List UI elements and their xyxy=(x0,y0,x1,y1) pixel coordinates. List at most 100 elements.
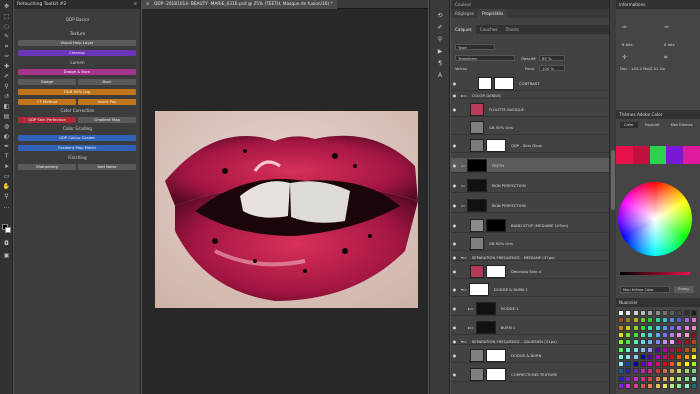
color-swatch[interactable] xyxy=(676,368,683,375)
layer-row[interactable]: ● CORRECTIONS TEXTURE xyxy=(451,367,609,382)
color-swatch[interactable] xyxy=(676,346,683,353)
path-select-tool-icon[interactable]: ➤ xyxy=(2,163,11,171)
color-swatch[interactable] xyxy=(691,317,697,324)
color-swatch[interactable] xyxy=(654,383,661,389)
dodge-tool-icon[interactable]: ◐ xyxy=(2,133,11,141)
color-swatch[interactable] xyxy=(639,361,646,368)
color-swatch[interactable] xyxy=(669,361,676,368)
marquee-tool-icon[interactable]: ⬚ xyxy=(2,13,11,21)
visibility-eye-icon[interactable]: ● xyxy=(451,287,458,292)
color-swatch[interactable] xyxy=(669,368,676,375)
visibility-eye-icon[interactable]: ● xyxy=(451,325,458,330)
color-swatch[interactable] xyxy=(625,361,632,368)
color-swatch[interactable] xyxy=(669,375,676,382)
color-swatch[interactable] xyxy=(676,361,683,368)
layers-scrollbar[interactable] xyxy=(609,0,616,394)
color-swatch[interactable] xyxy=(647,375,654,382)
color-swatch[interactable] xyxy=(654,331,661,338)
color-swatch[interactable] xyxy=(647,339,654,346)
visibility-eye-icon[interactable]: ● xyxy=(451,372,458,377)
visibility-eye-icon[interactable]: ● xyxy=(451,81,458,86)
color-swatch[interactable] xyxy=(654,317,661,324)
save-theme-button[interactable]: Enreg. xyxy=(674,286,694,293)
background-color-swatch[interactable] xyxy=(5,227,11,233)
more-tools-icon[interactable]: … xyxy=(2,203,11,211)
color-swatch[interactable] xyxy=(618,324,624,331)
color-swatch[interactable] xyxy=(618,368,624,375)
color-swatch[interactable] xyxy=(669,324,676,331)
hand-tool-icon[interactable]: ✋ xyxy=(2,183,11,191)
color-swatch[interactable] xyxy=(632,383,639,389)
color-swatch[interactable] xyxy=(691,353,697,360)
color-swatch[interactable] xyxy=(661,368,668,375)
color-swatch[interactable] xyxy=(669,353,676,360)
color-swatch[interactable] xyxy=(683,368,690,375)
color-swatch[interactable] xyxy=(691,361,697,368)
color-swatch[interactable] xyxy=(625,375,632,382)
crop-tool-icon[interactable]: ⌗ xyxy=(2,43,11,51)
color-swatch[interactable] xyxy=(632,331,639,338)
color-swatch[interactable] xyxy=(625,383,632,389)
color-swatch[interactable] xyxy=(632,324,639,331)
visibility-eye-icon[interactable]: ● xyxy=(451,107,458,112)
color-swatch[interactable] xyxy=(669,317,676,324)
colour-grader-button[interactable]: QDP Colour Grader xyxy=(18,135,136,141)
tab-traces[interactable]: Tracés xyxy=(502,25,523,34)
color-swatch[interactable] xyxy=(639,317,646,324)
type-tool-icon[interactable]: T xyxy=(2,153,11,161)
color-swatch[interactable] xyxy=(654,310,661,316)
tab-proprietes[interactable]: Propriétés xyxy=(478,9,508,18)
color-swatch[interactable] xyxy=(676,310,683,316)
color-swatch[interactable] xyxy=(654,324,661,331)
color-swatch[interactable] xyxy=(683,310,690,316)
color-swatch[interactable] xyxy=(647,331,654,338)
tab-couches[interactable]: Couches xyxy=(476,25,502,34)
color-swatch[interactable] xyxy=(632,339,639,346)
zoom-tool-icon[interactable]: ⚲ xyxy=(2,193,11,201)
color-swatch[interactable] xyxy=(661,353,668,360)
color-swatch[interactable] xyxy=(683,346,690,353)
clone-source-icon[interactable]: ⚲ xyxy=(435,36,445,44)
tab-explorer[interactable]: Explorer xyxy=(641,122,664,128)
blur-tool-icon[interactable]: ◍ xyxy=(2,123,11,131)
clone-stamp-tool-icon[interactable]: ⚲ xyxy=(2,83,11,91)
panel-menu-icon[interactable]: ≡ xyxy=(133,2,137,7)
color-swatch[interactable] xyxy=(639,346,646,353)
skin-perfection-button[interactable]: QDP Skin Perfection xyxy=(18,117,76,123)
color-swatch[interactable] xyxy=(683,339,690,346)
add-noise-button[interactable]: Add Noise xyxy=(78,164,136,170)
scrollbar-thumb[interactable] xyxy=(611,150,615,210)
color-swatch[interactable] xyxy=(647,310,654,316)
color-swatch[interactable] xyxy=(632,317,639,324)
color-swatch[interactable] xyxy=(661,383,668,389)
layer-row[interactable]: ● ▭ SKIN PERFECTION xyxy=(451,198,609,213)
color-swatch[interactable] xyxy=(632,310,639,316)
color-swatch[interactable] xyxy=(647,353,654,360)
layer-row[interactable]: ● BAND STOP (MEDIANE 10%m) xyxy=(451,218,609,233)
layer-row[interactable]: ● Delicious Skin 4 xyxy=(451,264,609,279)
color-swatch[interactable] xyxy=(661,361,668,368)
cleanup-button[interactable]: Cleanup xyxy=(18,50,136,56)
visibility-eye-icon[interactable]: ● xyxy=(451,203,458,208)
kind-filter-select[interactable]: Type xyxy=(455,44,495,50)
color-swatch[interactable] xyxy=(632,361,639,368)
color-swatch[interactable] xyxy=(639,324,646,331)
blend-mode-select[interactable]: Transform xyxy=(455,55,515,61)
color-swatch[interactable] xyxy=(639,375,646,382)
gradient-tool-icon[interactable]: ▤ xyxy=(2,113,11,121)
tab-creer[interactable]: Créer xyxy=(620,122,638,128)
color-swatch[interactable] xyxy=(683,317,690,324)
dodge-burn-button[interactable]: Dodge & Burn xyxy=(18,69,136,75)
color-swatch[interactable] xyxy=(691,339,697,346)
color-swatch[interactable] xyxy=(691,310,697,316)
fill-input[interactable]: 100 % xyxy=(539,65,565,71)
color-swatch[interactable] xyxy=(676,339,683,346)
eyedropper-tool-icon[interactable]: ✑ xyxy=(2,53,11,61)
layer-row[interactable]: ● ▸▭ DODGE 1 xyxy=(451,301,609,316)
layer-mask-thumbnail[interactable] xyxy=(486,348,506,362)
eraser-tool-icon[interactable]: ◧ xyxy=(2,103,11,111)
visibility-eye-icon[interactable]: ● xyxy=(451,163,458,168)
dodge-button[interactable]: Dodge xyxy=(18,79,76,85)
color-swatch[interactable] xyxy=(639,368,646,375)
color-swatch[interactable] xyxy=(639,353,646,360)
